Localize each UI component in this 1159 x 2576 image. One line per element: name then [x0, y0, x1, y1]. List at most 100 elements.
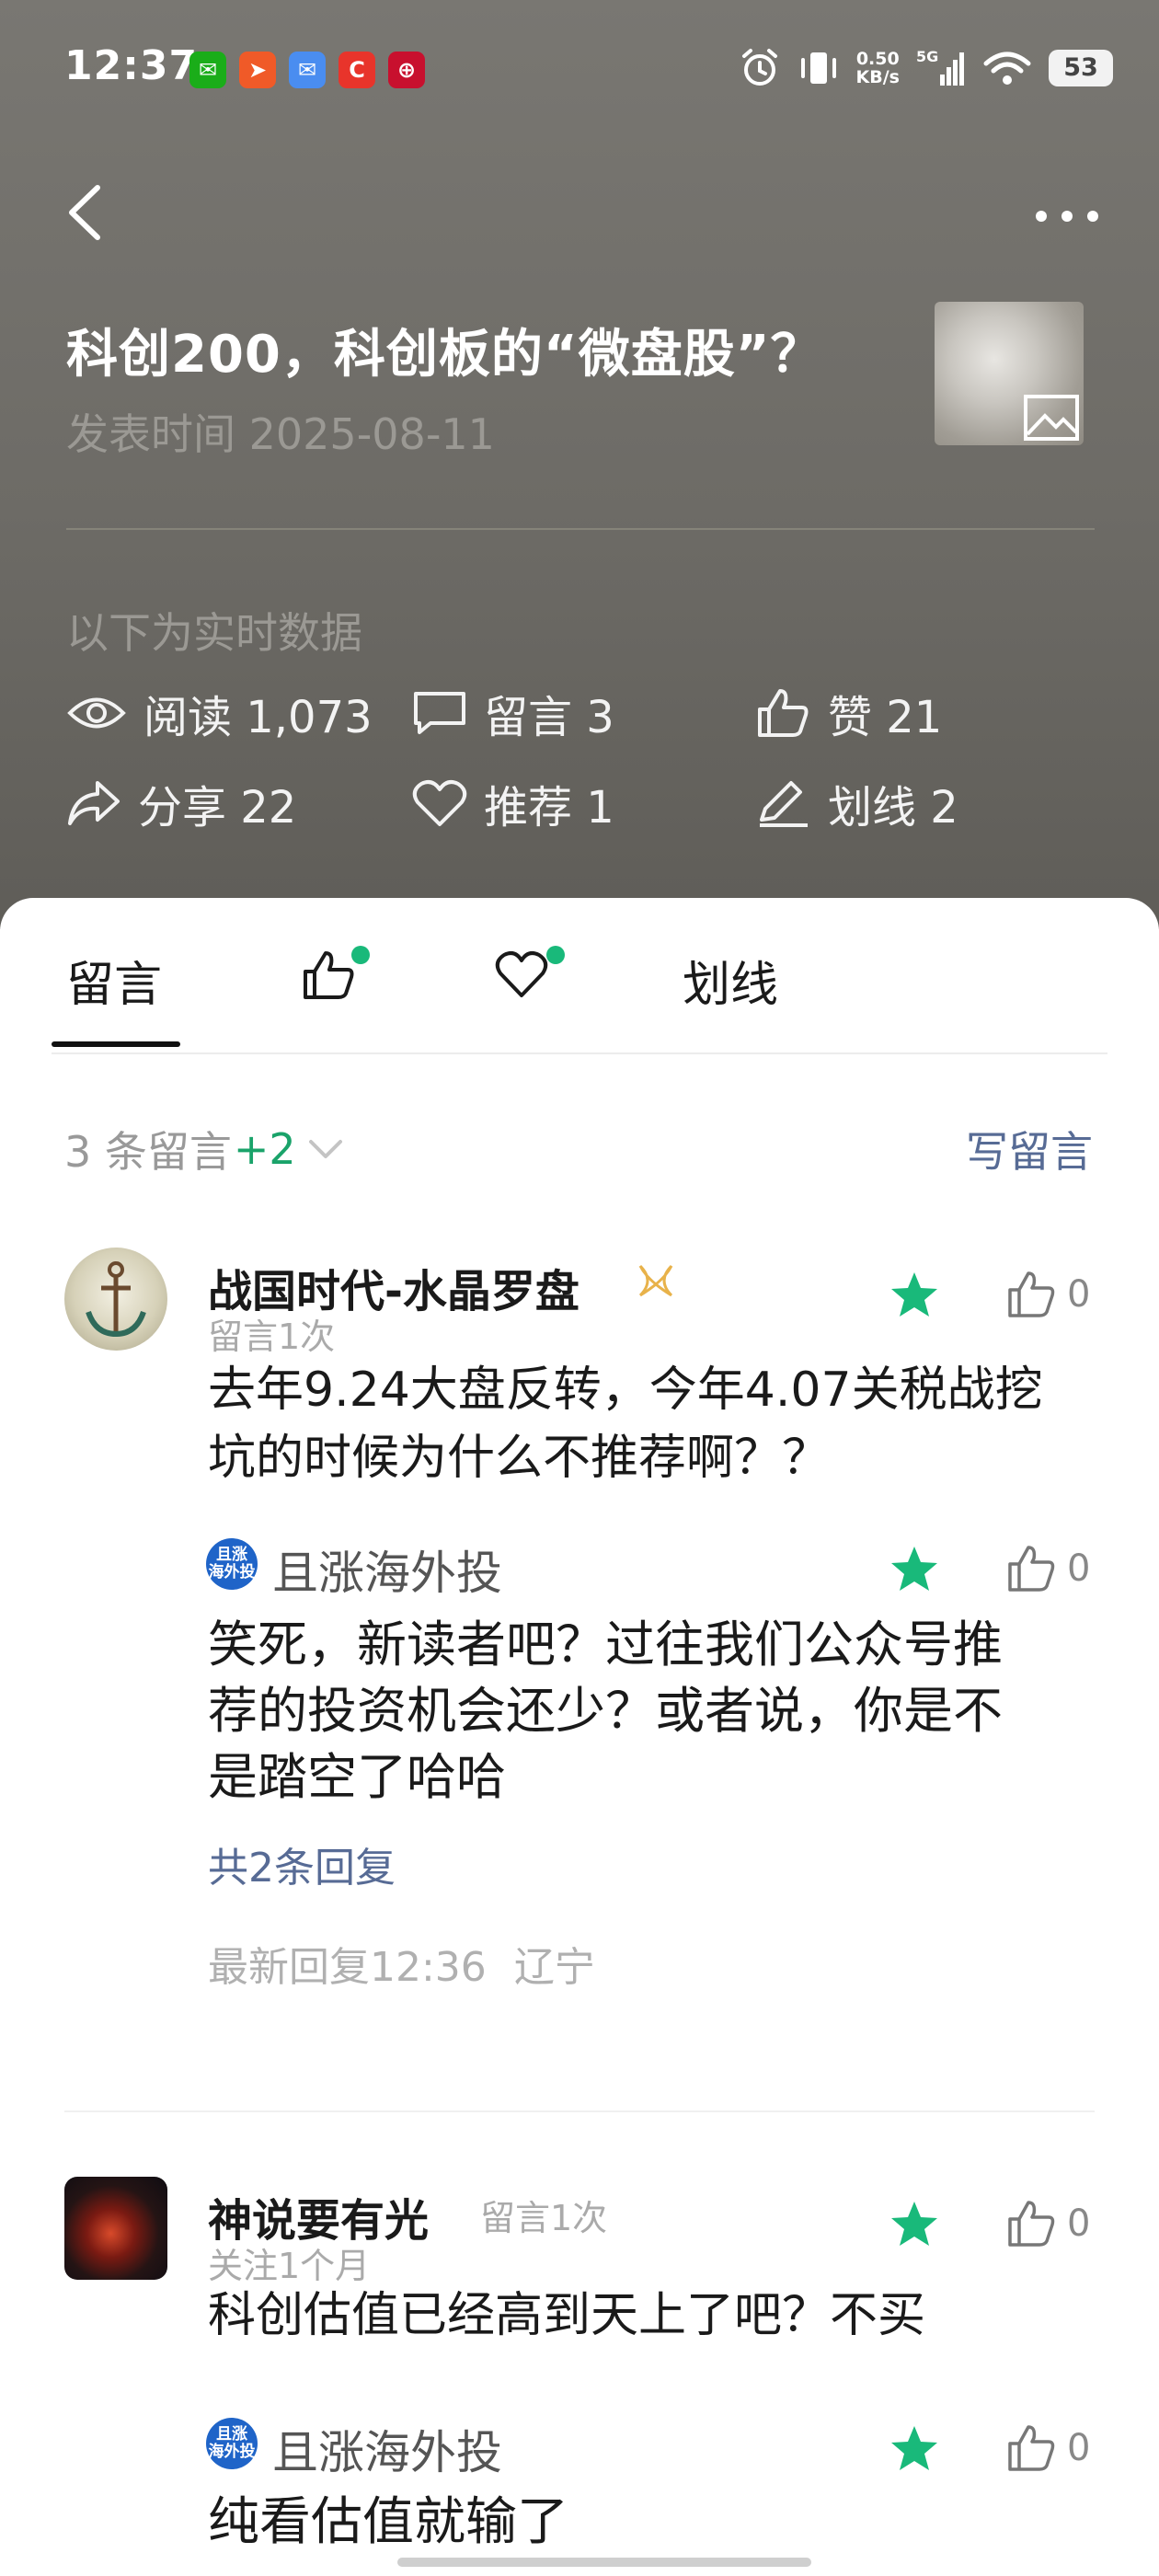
alarm-icon	[741, 49, 777, 86]
avatar[interactable]	[64, 1248, 167, 1351]
reply-text-line: 纯看估值就输了	[208, 2492, 568, 2552]
likes-new-dot	[351, 946, 370, 964]
featured-star-icon[interactable]	[889, 2423, 940, 2475]
write-comment-button[interactable]: 写留言	[966, 1119, 1093, 1179]
comment-divider	[64, 2110, 1095, 2112]
comment-text[interactable]: 科创估值已经高到天上了吧？不买	[208, 2282, 1091, 2350]
comment-text-line: 坑的时候为什么不推荐啊？？	[208, 1431, 831, 1486]
article-thumbnail[interactable]	[935, 302, 1084, 445]
article-date: 发表时间 2025-08-11	[66, 409, 495, 459]
featured-star-icon[interactable]	[889, 1544, 940, 1595]
more-options-button[interactable]	[1030, 193, 1104, 239]
latest-reply-time: 最新回复12:36	[208, 1944, 487, 1991]
mail-icon: ✉	[289, 52, 326, 88]
article-header: 12:37 ✉ ➤ ✉ C ⊕ 0.50 KB/s 5G 53 科创200，科创…	[0, 0, 1159, 929]
reply-text[interactable]: 纯看估值就输了	[208, 2490, 1091, 2556]
reply-like-count: 0	[1067, 2427, 1091, 2469]
vibrate-icon	[800, 52, 836, 84]
stat-likes: 赞 21	[756, 681, 942, 745]
comment-count-toggle[interactable]: 3 条留言 +2	[64, 1119, 348, 1179]
realtime-data-label: 以下为实时数据	[66, 608, 362, 658]
comment-icon	[414, 692, 465, 734]
stat-likes-label: 赞 21	[828, 692, 943, 743]
comment-count-plus: +2	[233, 1124, 296, 1174]
tab-bar: 留言 划线	[0, 898, 1159, 1054]
header-divider	[66, 528, 1095, 530]
stat-comments-label: 留言 3	[484, 692, 614, 743]
reply-author-name[interactable]: 且涨海外投	[272, 1536, 502, 1603]
comment-like-count: 0	[1067, 2202, 1091, 2245]
comment-count: 3 条留言	[64, 1127, 232, 1177]
image-icon	[1024, 395, 1079, 441]
tab-recommend[interactable]	[493, 946, 565, 1006]
reply-author-name[interactable]: 且涨海外投	[272, 2416, 502, 2482]
net-speed: 0.50 KB/s	[856, 50, 900, 86]
comment-like-button[interactable]: 0	[1006, 1270, 1090, 1319]
status-right: 0.50 KB/s 5G 53	[739, 42, 1113, 94]
ribbon-badge-icon	[638, 1264, 673, 1297]
comment-like-count: 0	[1067, 1273, 1091, 1316]
reply-text-line: 笑死，新读者吧？过往我们公众号推	[208, 1616, 1003, 1673]
back-button[interactable]	[57, 180, 112, 245]
comment-text-line: 科创估值已经高到天上了吧？不买	[208, 2288, 926, 2343]
tab-comments[interactable]: 留言	[66, 946, 162, 1015]
net-speed-value: 0.50	[855, 49, 900, 69]
comment-like-button[interactable]: 0	[1006, 2199, 1090, 2248]
tabs-divider	[52, 1052, 1107, 1054]
reply-text-line: 是踏空了哈哈	[208, 1748, 506, 1806]
thumbs-up-icon	[1008, 1271, 1055, 1317]
comment-text-line: 去年9.24大盘反转，今年4.07关税战挖	[208, 1363, 1043, 1418]
wifi-icon	[983, 52, 1031, 85]
stat-highlight: 划线 2	[756, 771, 958, 835]
net-speed-unit: KB/s	[855, 67, 900, 87]
reply-text-line: 荐的投资机会还少？或者说，你是不	[208, 1682, 1003, 1740]
bank-icon: ⊕	[388, 52, 425, 88]
stat-comments: 留言 3	[412, 681, 614, 745]
commenter-follow-duration: 关注1个月	[208, 2246, 371, 2286]
stat-share-label: 分享 22	[138, 782, 297, 834]
status-bar: 12:37 ✉ ➤ ✉ C ⊕ 0.50 KB/s 5G 53	[0, 0, 1159, 138]
anchor-icon	[86, 1261, 146, 1338]
tab-likes[interactable]	[300, 946, 370, 1006]
stat-recommend: 推荐 1	[412, 771, 614, 835]
stat-share: 分享 22	[66, 771, 296, 835]
stat-recommend-label: 推荐 1	[484, 782, 614, 834]
thumbs-up-icon	[1008, 2201, 1055, 2247]
avatar[interactable]	[64, 2177, 167, 2280]
commenter-comment-count: 留言1次	[480, 2198, 608, 2238]
pen-icon	[760, 781, 808, 827]
commenter-comment-count: 留言1次	[208, 1317, 336, 1357]
signal-icon: 5G	[916, 48, 964, 86]
feishu-icon: ➤	[239, 52, 276, 88]
status-time: 12:37	[64, 42, 199, 89]
tab-highlight[interactable]: 划线	[683, 946, 778, 1015]
active-tab-indicator	[52, 1041, 180, 1047]
author-avatar[interactable]: 且涨 海外投	[206, 2418, 258, 2469]
chevron-down-icon	[308, 1140, 342, 1158]
svg-text:5G: 5G	[916, 48, 938, 65]
reply-like-button[interactable]: 0	[1006, 2423, 1090, 2473]
view-replies-link[interactable]: 共2条回复	[208, 1834, 396, 1893]
comment-text[interactable]: 去年9.24大盘反转，今年4.07关税战挖 坑的时候为什么不推荐啊？？	[208, 1356, 1091, 1492]
reply-text[interactable]: 笑死，新读者吧？过往我们公众号推 荐的投资机会还少？或者说，你是不 是踏空了哈哈	[208, 1612, 1091, 1811]
eye-icon	[67, 697, 126, 729]
reply-like-button[interactable]: 0	[1006, 1544, 1090, 1593]
home-indicator[interactable]	[397, 2558, 811, 2567]
featured-star-icon[interactable]	[889, 1270, 940, 1321]
stat-highlight-label: 划线 2	[828, 782, 958, 834]
battery-indicator: 53	[1049, 50, 1113, 86]
thumbs-up-icon	[758, 689, 809, 737]
comments-sheet: 留言 划线 3 条留言 +2 写留言 战国时代-水晶罗盘 留言1次 0 去年9.…	[0, 898, 1159, 2576]
featured-star-icon[interactable]	[889, 2199, 940, 2250]
latest-reply-location: 辽宁	[513, 1944, 595, 1991]
heart-icon	[412, 780, 467, 826]
wechat-icon: ✉	[189, 52, 226, 88]
thumbs-up-icon	[1008, 2425, 1055, 2471]
stat-read: 阅读 1,073	[66, 681, 373, 745]
share-icon	[68, 781, 120, 825]
latest-reply-info: 最新回复12:36 辽宁	[208, 1934, 595, 1993]
author-avatar[interactable]: 且涨 海外投	[206, 1538, 258, 1590]
thumbs-up-icon	[1008, 1546, 1055, 1592]
recommend-new-dot	[546, 946, 565, 964]
article-title[interactable]: 科创200，科创板的“微盘股”？	[66, 313, 823, 387]
